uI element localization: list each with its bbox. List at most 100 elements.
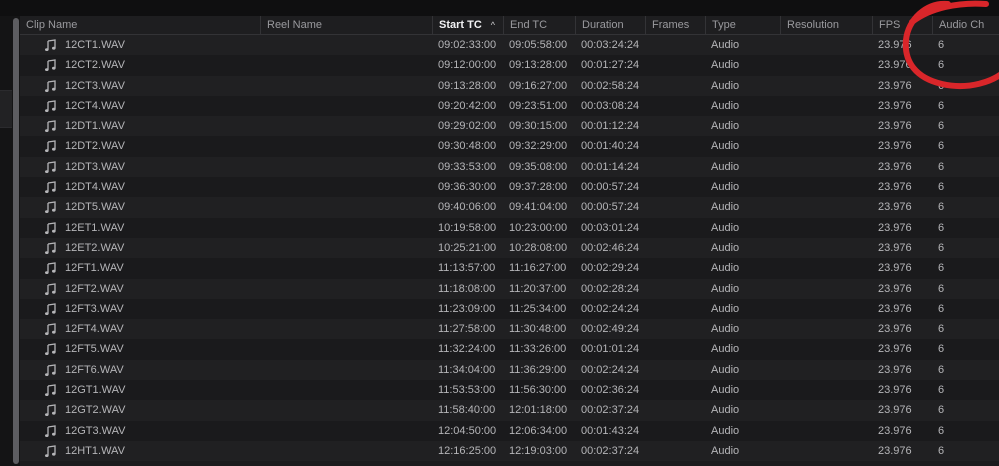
table-row[interactable]: 12CT4.WAV 09:20:42:00 09:23:51:00 00:03:08:…	[20, 95, 999, 117]
cell-type: Audio	[711, 39, 740, 51]
music-note-icon	[45, 140, 56, 153]
column-header-reel-name[interactable]: Reel Name	[260, 16, 432, 34]
table-row[interactable]: 12DT1.WAV 09:29:02:00 09:30:15:00 00:01:12:…	[20, 116, 999, 137]
music-note-icon	[45, 161, 56, 173]
cell-audio-ch: 6	[938, 160, 945, 173]
column-header-type[interactable]: Type	[705, 16, 780, 34]
table-row[interactable]: 12DT3.WAV 09:33:53:00 09:35:08:00 00:01:14:…	[20, 156, 999, 178]
cell-start-tc: 09:36:30:00	[438, 181, 497, 194]
table-row[interactable]: 12DT5.WAV 09:40:06:00 09:41:04:00 00:00:57:…	[20, 197, 999, 218]
cell-end-tc: 09:30:15:00	[509, 120, 568, 133]
cell-audio-ch: 6	[938, 424, 945, 437]
cell-start-tc: 11:18:08:00	[438, 282, 496, 295]
column-header-fps[interactable]: FPS	[872, 16, 932, 34]
cell-audio-ch: 6	[938, 343, 945, 356]
table-row[interactable]: 12GT3.WAV 12:04:50:00 12:06:34:00 00:01:43:…	[20, 420, 999, 441]
table-row[interactable]: 12ET2.WAV 10:25:21:00 10:28:08:00 00:02:46:…	[20, 237, 999, 259]
column-header-duration[interactable]: Duration	[575, 16, 645, 34]
cell-clip-name: 12DT1.WAV	[65, 120, 125, 133]
top-strip	[0, 0, 999, 16]
cell-duration: 00:02:58:24	[581, 79, 640, 92]
cell-audio-ch: 6	[938, 39, 945, 51]
table-row[interactable]: 12HT1.WAV 12:16:25:00 12:19:03:00 00:02:37:…	[20, 440, 999, 462]
cell-type: Audio	[711, 221, 740, 234]
cell-clip-name: 12CT3.WAV	[65, 79, 125, 92]
table-row[interactable]: 12DT4.WAV 09:36:30:00 09:37:28:00 00:00:57:…	[20, 177, 999, 198]
clip-list-table: Clip Name Reel Name Start TC ^ End TC Dur…	[20, 16, 999, 466]
cell-duration: 00:02:36:24	[581, 384, 640, 397]
music-note-icon	[45, 79, 56, 92]
vertical-scrollbar[interactable]	[12, 16, 20, 466]
cell-start-tc: 11:53:53:00	[438, 384, 496, 397]
music-note-icon	[45, 262, 56, 275]
cell-fps: 23.976	[878, 39, 912, 51]
column-header-clip-name[interactable]: Clip Name	[20, 16, 260, 34]
table-row[interactable]: 12GT2.WAV 11:58:40:00 12:01:18:00 00:02:37:…	[20, 400, 999, 421]
cell-end-tc: 12:01:18:00	[509, 404, 568, 417]
table-row[interactable]: 12FT5.WAV 11:32:24:00 11:33:26:00 00:01:01:…	[20, 339, 999, 360]
cell-duration: 00:03:24:24	[581, 39, 640, 51]
music-note-icon	[45, 445, 56, 457]
cell-type: Audio	[711, 79, 740, 92]
cell-audio-ch: 6	[938, 282, 945, 295]
cell-end-tc: 11:16:27:00	[509, 262, 567, 275]
cell-duration: 00:02:24:24	[581, 302, 640, 315]
music-note-icon	[45, 282, 56, 295]
scrollbar-thumb[interactable]	[13, 18, 19, 464]
cell-type: Audio	[711, 404, 740, 417]
cell-end-tc: 10:28:08:00	[509, 241, 568, 254]
table-row[interactable]: 12GT1.WAV 11:53:53:00 11:56:30:00 00:02:36:…	[20, 380, 999, 401]
cell-duration: 00:01:40:24	[581, 140, 640, 153]
table-row[interactable]: 12CT1.WAV 09:02:33:00 09:05:58:00 00:03:24:…	[20, 35, 999, 56]
table-row[interactable]: 12DT2.WAV 09:30:48:00 09:32:29:00 00:01:40:…	[20, 136, 999, 157]
cell-clip-name: 12DT4.WAV	[65, 181, 125, 194]
cell-audio-ch: 6	[938, 444, 945, 457]
cell-fps: 23.976	[878, 343, 912, 356]
music-note-icon	[45, 120, 56, 133]
table-row[interactable]: 12FT1.WAV 11:13:57:00 11:16:27:00 00:02:29:…	[20, 258, 999, 279]
column-header-end-tc[interactable]: End TC	[503, 16, 575, 34]
cell-type: Audio	[711, 59, 740, 72]
cell-type: Audio	[711, 181, 740, 194]
cell-type: Audio	[711, 241, 740, 254]
cell-audio-ch: 6	[938, 221, 945, 234]
table-row[interactable]: 12FT2.WAV 11:18:08:00 11:20:37:00 00:02:28:…	[20, 278, 999, 299]
column-header-resolution[interactable]: Resolution	[780, 16, 872, 34]
cell-clip-name: 12GT3.WAV	[65, 424, 126, 437]
music-note-icon	[45, 201, 56, 214]
cell-fps: 23.976	[878, 302, 912, 315]
cell-audio-ch: 6	[938, 302, 945, 315]
column-header-label: End TC	[510, 19, 548, 31]
table-row[interactable]: 12FT6.WAV 11:34:04:00 11:36:29:00 00:02:24:…	[20, 359, 999, 381]
table-row[interactable]: 12CT3.WAV 09:13:28:00 09:16:27:00 00:02:58:…	[20, 75, 999, 96]
cell-clip-name: 12CT2.WAV	[65, 59, 125, 72]
cell-duration: 00:02:49:24	[581, 323, 640, 336]
column-header-label: FPS	[879, 19, 901, 31]
cell-start-tc: 09:02:33:00	[438, 39, 497, 51]
column-header-start-tc[interactable]: Start TC ^	[432, 16, 503, 34]
cell-duration: 00:00:57:24	[581, 201, 640, 214]
column-header-audio-ch[interactable]: Audio Ch	[932, 16, 999, 34]
cell-end-tc: 09:16:27:00	[509, 79, 568, 92]
cell-clip-name: 12FT3.WAV	[65, 302, 124, 315]
table-row[interactable]: 12FT3.WAV 11:23:09:00 11:25:34:00 00:02:24:…	[20, 298, 999, 320]
left-panel-tab[interactable]	[0, 90, 12, 128]
cell-fps: 23.976	[878, 384, 912, 397]
cell-type: Audio	[711, 201, 740, 214]
cell-clip-name: 12FT4.WAV	[65, 323, 124, 336]
left-panel-edge	[0, 16, 12, 466]
column-header-frames[interactable]: Frames	[645, 16, 705, 34]
table-row[interactable]: 12ET1.WAV 10:19:58:00 10:23:00:00 00:03:01:…	[20, 217, 999, 238]
column-header-label: Clip Name	[26, 19, 78, 31]
cell-duration: 00:02:37:24	[581, 444, 640, 457]
cell-fps: 23.976	[878, 282, 912, 295]
cell-start-tc: 09:12:00:00	[438, 59, 497, 72]
clip-rows: 12CT1.WAV 09:02:33:00 09:05:58:00 00:03:24:…	[20, 35, 999, 462]
cell-end-tc: 11:36:29:00	[509, 363, 567, 376]
table-row[interactable]: 12CT2.WAV 09:12:00:00 09:13:28:00 00:01:27:…	[20, 55, 999, 76]
cell-end-tc: 11:30:48:00	[509, 323, 567, 336]
music-note-icon	[45, 343, 56, 356]
cell-start-tc: 09:40:06:00	[438, 201, 497, 214]
cell-fps: 23.976	[878, 323, 912, 336]
table-row[interactable]: 12FT4.WAV 11:27:58:00 11:30:48:00 00:02:49:…	[20, 319, 999, 340]
